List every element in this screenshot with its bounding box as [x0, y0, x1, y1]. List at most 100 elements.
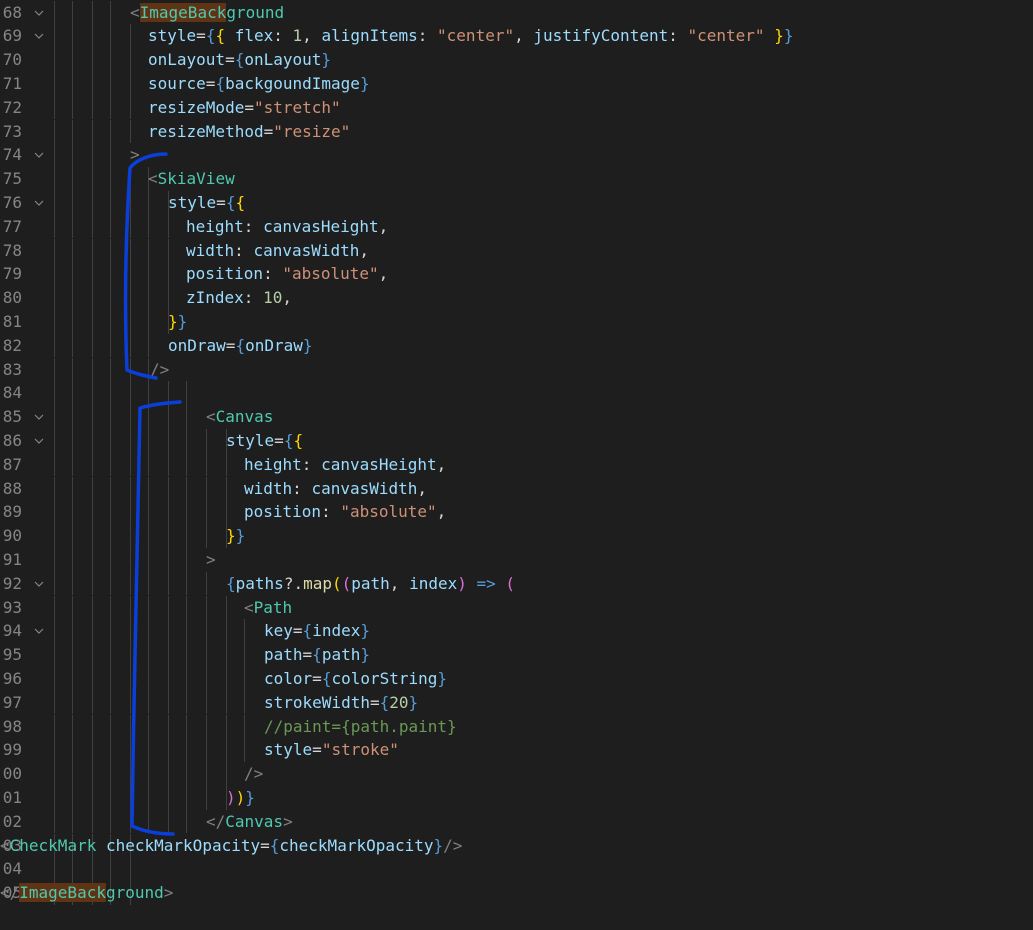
code-text: source={backgoundImage} — [148, 72, 370, 96]
indent-guide — [226, 762, 227, 786]
chevron-down-icon[interactable] — [33, 191, 45, 215]
code-line[interactable]: 02 </Canvas> — [0, 809, 1033, 834]
code-token: ground — [226, 2, 285, 22]
indent-guide — [110, 286, 111, 310]
code-token: : — [263, 264, 283, 284]
indent-guide — [226, 476, 227, 501]
code-token: = — [196, 26, 206, 46]
code-editor[interactable]: 68 <ImageBackground 69 style={{ flex: 1, al… — [0, 0, 1033, 930]
indent-guide — [148, 762, 149, 786]
indent-guide — [130, 71, 131, 96]
code-line[interactable]: 96 color={colorString} — [0, 666, 1033, 691]
code-token: => — [476, 573, 496, 593]
code-line[interactable]: 94 key={index} — [0, 619, 1033, 644]
code-line[interactable]: 89 position: "absolute", — [0, 500, 1033, 525]
code-line[interactable]: 77 height: canvasHeight, — [0, 214, 1033, 239]
code-token: { — [269, 835, 280, 855]
code-line[interactable]: 78 width: canvasWidth, — [0, 238, 1033, 263]
indent-guide — [110, 524, 111, 548]
code-line[interactable]: 95 path={path} — [0, 643, 1033, 667]
code-line[interactable]: 05 </ImageBackground> — [0, 881, 1033, 905]
code-line[interactable]: 88 width: canvasWidth, — [0, 476, 1033, 501]
line-number: 81 — [2, 311, 22, 331]
indent-guide — [186, 547, 187, 572]
indent-guide — [244, 666, 245, 691]
code-line[interactable]: 81}} — [0, 309, 1033, 334]
indent-guide — [206, 714, 207, 739]
chevron-down-icon[interactable] — [33, 405, 45, 429]
code-line[interactable]: 84 — [0, 381, 1033, 406]
indent-guide — [226, 595, 227, 620]
code-text: </ImageBackground> — [0, 881, 173, 905]
code-text: path={path} — [264, 643, 370, 667]
chevron-down-icon[interactable] — [33, 24, 45, 48]
indent-guide — [168, 714, 169, 739]
code-line[interactable]: 90}} — [0, 524, 1033, 548]
code-token: { — [235, 192, 246, 212]
indent-guide — [92, 714, 93, 739]
code-line[interactable]: 92 {paths?.map((path, index) => ( — [0, 571, 1033, 596]
code-token: width — [244, 478, 293, 498]
code-line[interactable]: 86 style={{ — [0, 428, 1033, 453]
code-line[interactable]: 91 > — [0, 547, 1033, 572]
indent-guide — [54, 643, 55, 667]
code-line[interactable]: 85 <Canvas — [0, 405, 1033, 429]
line-number: 95 — [2, 645, 22, 665]
code-token: = — [302, 645, 313, 665]
code-line[interactable]: 98 //paint={path.paint} — [0, 714, 1033, 739]
code-line[interactable]: 79 position: "absolute", — [0, 262, 1033, 287]
indent-guide — [130, 547, 131, 572]
code-line[interactable]: 73 resizeMethod="resize" — [0, 119, 1033, 144]
indent-guide — [92, 452, 93, 477]
indent-guide — [130, 785, 131, 810]
indent-guide — [186, 571, 187, 596]
indent-guide — [92, 286, 93, 310]
code-line[interactable]: 03 <CheckMark checkMarkOpacity={checkMark… — [0, 833, 1033, 858]
code-text: {paths?.map((path, index) => ( — [226, 572, 515, 596]
code-line[interactable]: 74 > — [0, 143, 1033, 168]
indent-guide — [54, 309, 55, 334]
indent-guide — [206, 619, 207, 644]
indent-guide — [110, 238, 111, 263]
code-token: { — [379, 692, 390, 712]
indent-guide — [72, 333, 73, 358]
code-token: } — [302, 335, 313, 355]
chevron-down-icon[interactable] — [33, 143, 45, 167]
code-line[interactable]: 87 height: canvasHeight, — [0, 452, 1033, 477]
code-line[interactable]: 71 source={backgoundImage} — [0, 71, 1033, 96]
indent-guide — [186, 619, 187, 644]
indent-guide — [168, 428, 169, 453]
code-token: { — [205, 26, 216, 46]
code-line[interactable]: 83 /> — [0, 357, 1033, 382]
indent-guide — [148, 809, 149, 834]
indent-guide — [186, 809, 187, 834]
code-line[interactable]: 04 — [0, 857, 1033, 882]
code-line[interactable]: 93 <Path — [0, 595, 1033, 620]
chevron-down-icon[interactable] — [33, 429, 45, 453]
indent-guide — [168, 666, 169, 691]
chevron-down-icon[interactable] — [33, 619, 45, 643]
code-token: } — [360, 621, 370, 641]
code-token: > — [163, 883, 174, 903]
code-line[interactable]: 97 strokeWidth={20} — [0, 690, 1033, 715]
indent-guide — [72, 309, 73, 334]
code-token: } — [774, 26, 784, 46]
code-line[interactable]: 01))} — [0, 785, 1033, 810]
code-line[interactable]: 80 zIndex: 10, — [0, 286, 1033, 310]
indent-guide — [54, 143, 55, 168]
chevron-down-icon[interactable] — [33, 1, 45, 25]
code-line[interactable]: 00 /> — [0, 762, 1033, 786]
code-line[interactable]: 82 onDraw={onDraw} — [0, 333, 1033, 358]
indent-guide — [72, 190, 73, 215]
indent-guide — [206, 452, 207, 477]
code-line[interactable]: 76 style={{ — [0, 190, 1033, 215]
code-line[interactable]: 72 resizeMode="stretch" — [0, 95, 1033, 120]
indent-guide — [130, 666, 131, 691]
code-line[interactable]: 69 style={{ flex: 1, alignItems: "center"… — [0, 24, 1033, 49]
indent-guide — [110, 405, 111, 429]
code-line[interactable]: 75 <SkiaView — [0, 167, 1033, 191]
code-line[interactable]: 70 onLayout={onLayout} — [0, 48, 1033, 72]
chevron-down-icon[interactable] — [33, 572, 45, 596]
code-line[interactable]: 99 style="stroke" — [0, 738, 1033, 763]
code-line[interactable]: 68 <ImageBackground — [0, 0, 1033, 25]
